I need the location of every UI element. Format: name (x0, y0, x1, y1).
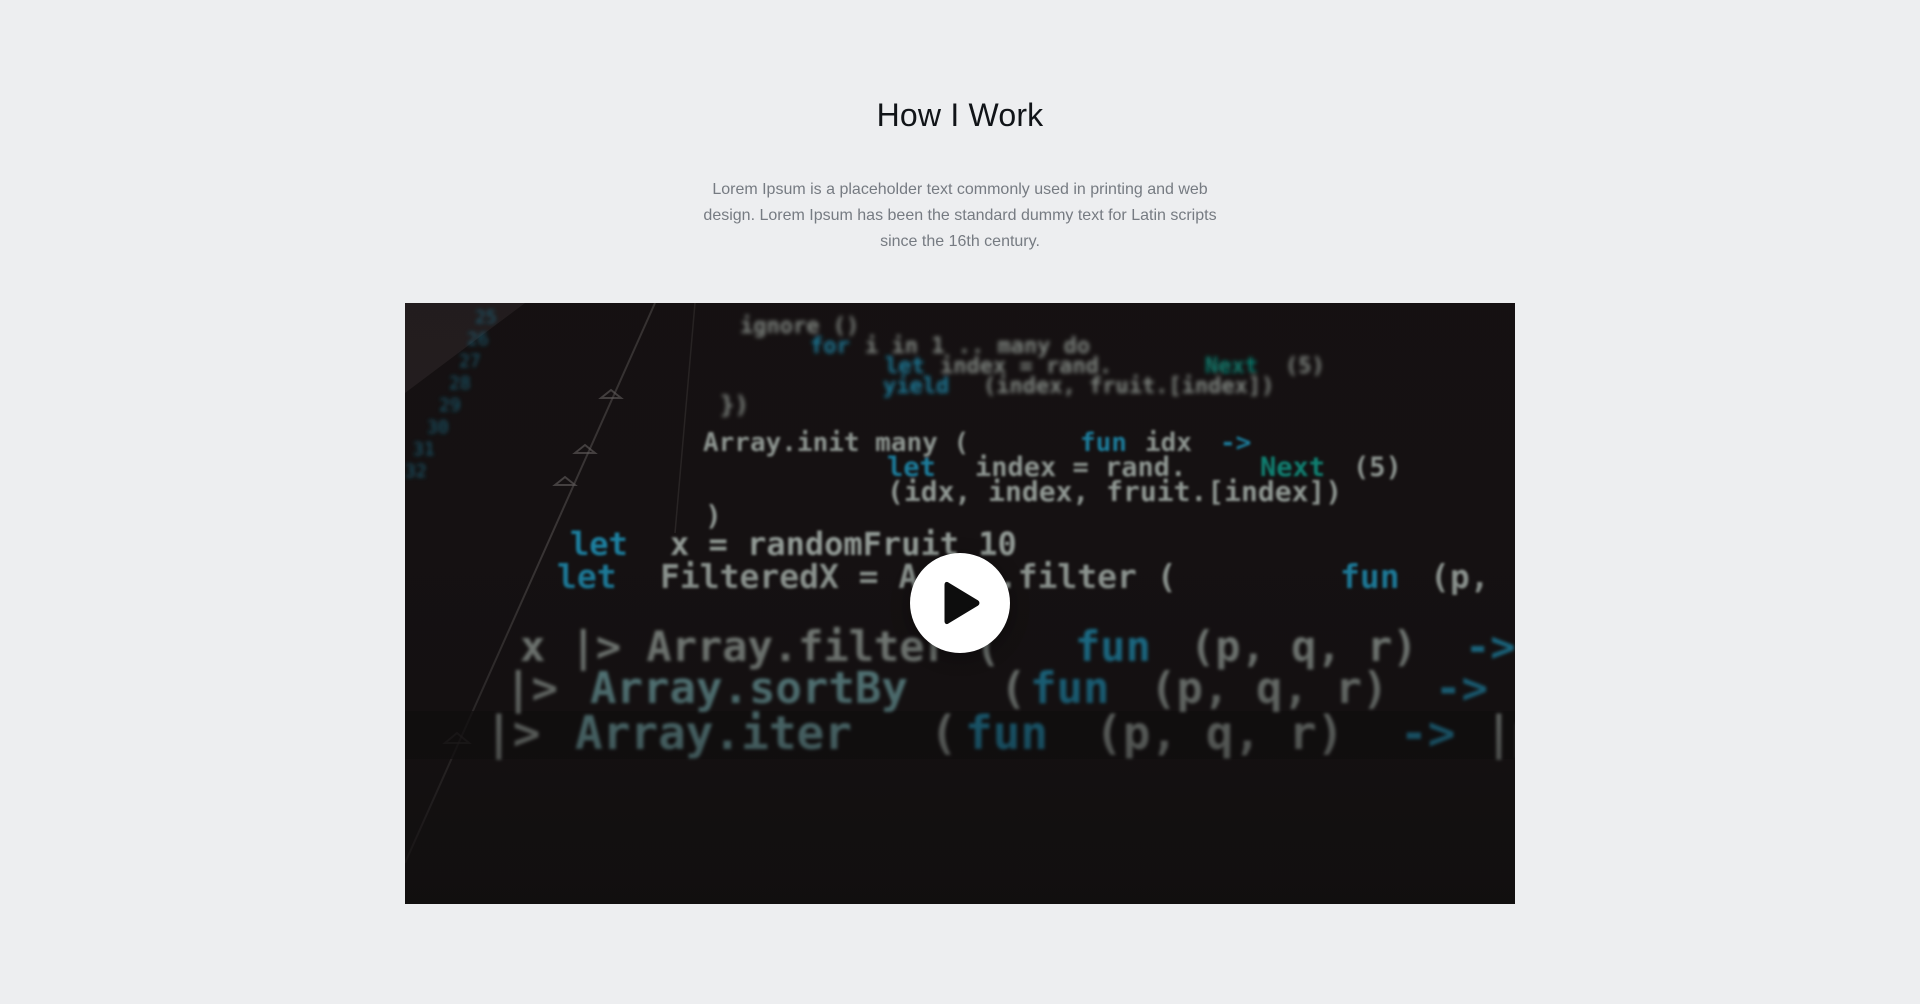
play-button[interactable] (910, 553, 1010, 653)
section-description: Lorem Ipsum is a placeholder text common… (703, 181, 1217, 250)
section-title: How I Work (876, 97, 1044, 133)
play-icon (944, 581, 980, 625)
how-i-work-section: How I Work Lorem Ipsum is a placeholder … (0, 0, 1920, 1004)
video-player[interactable]: 252627 282930 3132 ignore () for i in 1 … (405, 303, 1515, 904)
